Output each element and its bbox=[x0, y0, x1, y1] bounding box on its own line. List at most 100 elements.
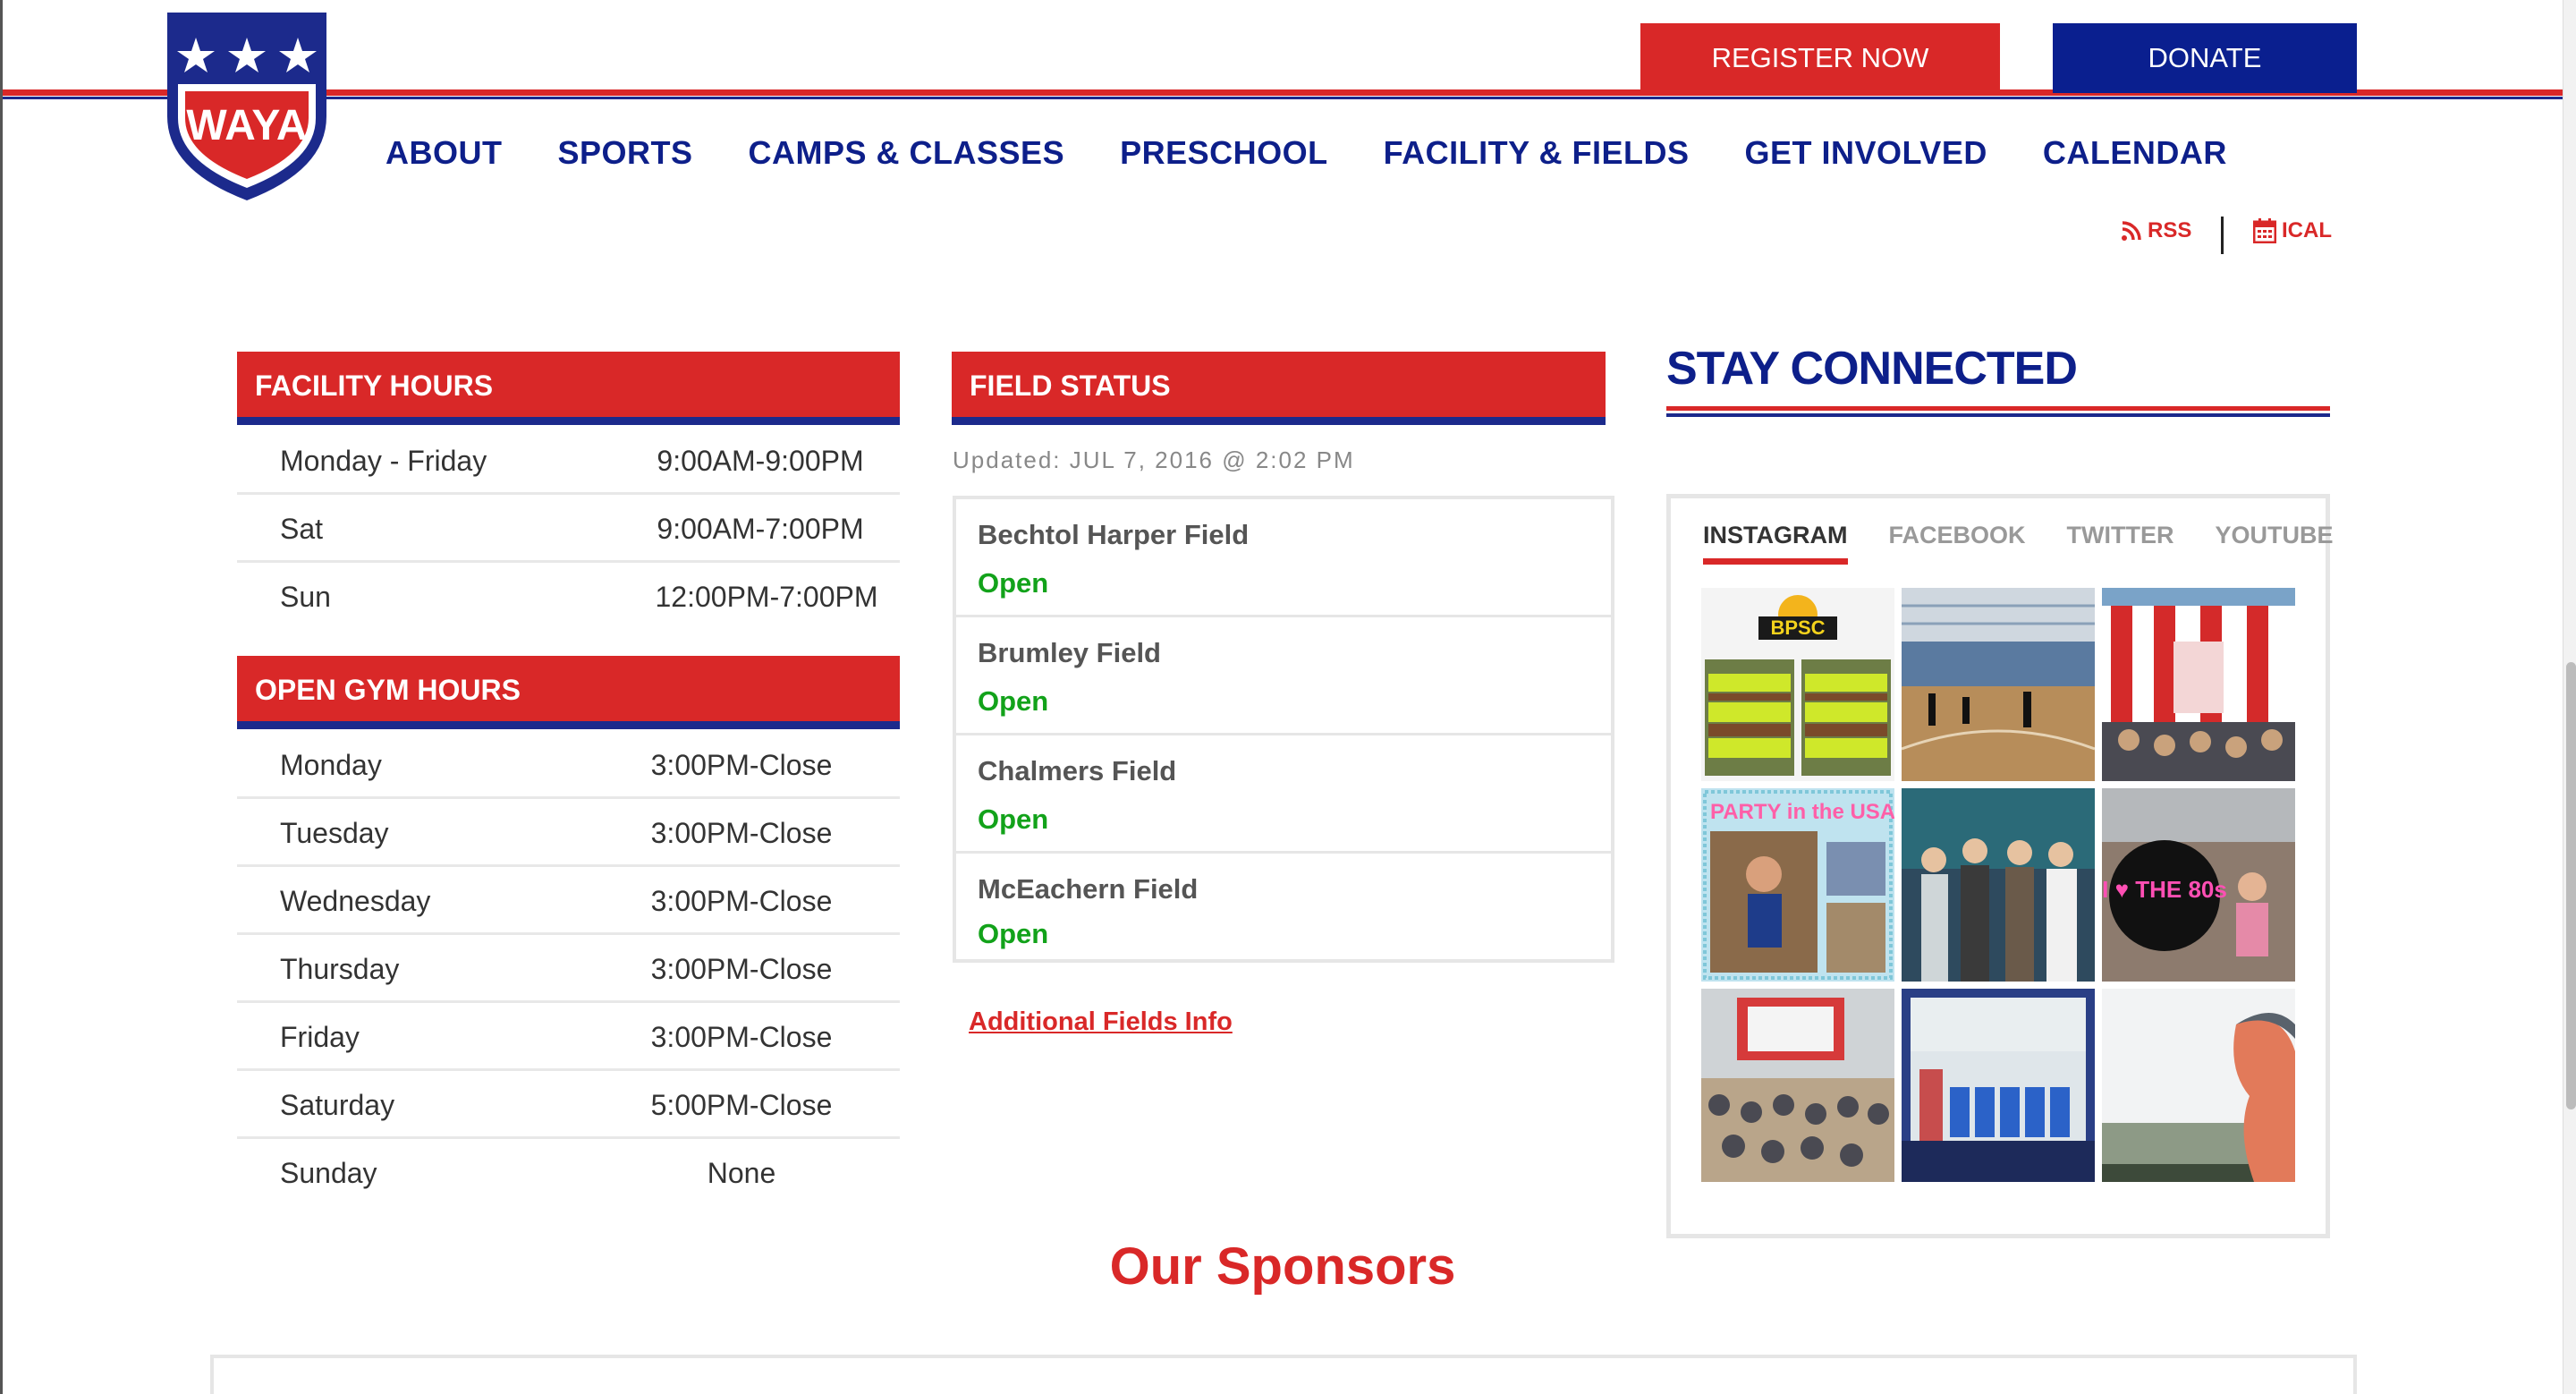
hours-day: Sun bbox=[280, 581, 331, 613]
field-status-list: Bechtol Harper Field Open Brumley Field … bbox=[953, 496, 1614, 963]
circus-photo-image bbox=[2102, 588, 2295, 781]
hours-time: 3:00PM-Close bbox=[650, 749, 833, 781]
main-nav: ABOUT SPORTS CAMPS & CLASSES PRESCHOOL F… bbox=[386, 134, 2283, 172]
hours-day: Sunday bbox=[280, 1157, 377, 1189]
field-item: Bechtol Harper Field Open bbox=[956, 499, 1611, 617]
field-item: McEachern Field Open bbox=[956, 854, 1611, 963]
gym-hours-row: Friday 3:00PM-Close bbox=[237, 1003, 900, 1071]
instagram-photo[interactable]: PARTY in the USA bbox=[1701, 788, 1894, 982]
scrollbar-thumb[interactable] bbox=[2566, 662, 2576, 1109]
feed-divider bbox=[2221, 217, 2224, 254]
nav-get-involved[interactable]: GET INVOLVED bbox=[1744, 134, 1987, 172]
rss-link[interactable]: RSS bbox=[2121, 218, 2191, 243]
group-photo-image bbox=[1902, 788, 2095, 982]
svg-text:PARTY in the USA: PARTY in the USA bbox=[1710, 800, 1894, 824]
additional-fields-info-link[interactable]: Additional Fields Info bbox=[969, 1007, 1233, 1037]
hours-time: 3:00PM-Close bbox=[650, 1021, 833, 1053]
nav-preschool[interactable]: PRESCHOOL bbox=[1120, 134, 1328, 172]
hours-time: 3:00PM-Close bbox=[650, 817, 833, 849]
header-blue-rule bbox=[3, 97, 2563, 99]
tab-twitter[interactable]: TWITTER bbox=[2067, 522, 2174, 565]
ical-link[interactable]: ICAL bbox=[2253, 218, 2332, 243]
hours-time: 9:00AM-7:00PM bbox=[657, 513, 864, 545]
hours-day: Tuesday bbox=[280, 817, 389, 849]
gym-hours-row: Wednesday 3:00PM-Close bbox=[237, 867, 900, 935]
field-name: McEachern Field bbox=[978, 873, 1199, 905]
nav-about[interactable]: ABOUT bbox=[386, 134, 503, 172]
open-gym-hours-header: OPEN GYM HOURS bbox=[237, 656, 900, 729]
facility-hours-row: Sat 9:00AM-7:00PM bbox=[237, 495, 900, 563]
field-item: Brumley Field Open bbox=[956, 617, 1611, 735]
gym-hours-row: Saturday 5:00PM-Close bbox=[237, 1071, 900, 1139]
field-status-updated: Updated: JUL 7, 2016 @ 2:02 PM bbox=[953, 446, 1355, 473]
donate-button[interactable]: DONATE bbox=[2053, 23, 2357, 93]
gym-hours-row: Sunday None bbox=[237, 1139, 900, 1207]
facility-hours-header: FACILITY HOURS bbox=[237, 352, 900, 425]
stay-connected-red-rule bbox=[1666, 406, 2330, 411]
rss-label: RSS bbox=[2148, 218, 2192, 242]
field-status-value: Open bbox=[978, 685, 1049, 717]
register-now-button[interactable]: REGISTER NOW bbox=[1640, 23, 2000, 93]
calendar-icon bbox=[2253, 218, 2276, 243]
nav-sports[interactable]: SPORTS bbox=[558, 134, 693, 172]
hours-day: Monday bbox=[280, 749, 382, 781]
hours-day: Thursday bbox=[280, 953, 400, 985]
facility-hours-row: Monday - Friday 9:00AM-9:00PM bbox=[237, 427, 900, 495]
eighties-photo-image: I ♥ THE 80s bbox=[2102, 788, 2295, 982]
waya-logo[interactable]: WAYA bbox=[162, 9, 332, 204]
tab-youtube[interactable]: YOUTUBE bbox=[2216, 522, 2334, 565]
field-name: Chalmers Field bbox=[978, 755, 1177, 786]
instagram-grid: BPSC PARTY in the USA I ♥ THE 80s bbox=[1701, 588, 2295, 1182]
assembly-photo-image bbox=[1701, 989, 1894, 1182]
tab-instagram[interactable]: INSTAGRAM bbox=[1703, 522, 1848, 565]
ical-label: ICAL bbox=[2282, 218, 2332, 242]
field-status-value: Open bbox=[978, 803, 1049, 835]
field-status-header: FIELD STATUS bbox=[952, 352, 1606, 425]
instagram-photo[interactable] bbox=[2102, 989, 2295, 1182]
gym-hours-row: Thursday 3:00PM-Close bbox=[237, 935, 900, 1003]
our-sponsors-title: Our Sponsors bbox=[1109, 1237, 1456, 1296]
nav-camps-classes[interactable]: CAMPS & CLASSES bbox=[749, 134, 1065, 172]
facility-hours-row: Sun 12:00PM-7:00PM bbox=[237, 563, 900, 631]
nav-facility-fields[interactable]: FACILITY & FIELDS bbox=[1384, 134, 1690, 172]
stay-connected-blue-rule bbox=[1666, 413, 2330, 417]
party-usa-photo-image: PARTY in the USA bbox=[1701, 788, 1894, 982]
hours-day: Saturday bbox=[280, 1089, 395, 1121]
social-tabs: INSTAGRAM FACEBOOK TWITTER YOUTUBE bbox=[1703, 522, 2375, 565]
graduation-photo-image bbox=[1902, 989, 2095, 1182]
field-status-value: Open bbox=[978, 567, 1049, 599]
svg-text:I ♥ THE 80s: I ♥ THE 80s bbox=[2102, 876, 2227, 903]
svg-text:BPSC: BPSC bbox=[1770, 616, 1825, 639]
hours-day: Monday - Friday bbox=[280, 445, 487, 477]
stay-connected-title: STAY CONNECTED bbox=[1666, 343, 2078, 395]
field-selfie-photo-image bbox=[2102, 989, 2295, 1182]
gym-photo-image bbox=[1902, 588, 2095, 781]
field-name: Brumley Field bbox=[978, 637, 1161, 668]
instagram-photo[interactable] bbox=[1902, 788, 2095, 982]
team-photo-image: BPSC bbox=[1701, 588, 1894, 781]
field-item: Chalmers Field Open bbox=[956, 735, 1611, 854]
instagram-photo[interactable] bbox=[1902, 588, 2095, 781]
instagram-photo[interactable] bbox=[2102, 588, 2295, 781]
instagram-photo[interactable]: I ♥ THE 80s bbox=[2102, 788, 2295, 982]
instagram-photo[interactable]: BPSC bbox=[1701, 588, 1894, 781]
social-feed-panel: INSTAGRAM FACEBOOK TWITTER YOUTUBE BPSC bbox=[1666, 494, 2334, 1238]
svg-text:WAYA: WAYA bbox=[186, 102, 307, 149]
page: WAYA REGISTER NOW DONATE ABOUT SPORTS CA… bbox=[0, 0, 2576, 1394]
field-name: Bechtol Harper Field bbox=[978, 519, 1250, 550]
tab-facebook[interactable]: FACEBOOK bbox=[1889, 522, 2026, 565]
gym-hours-row: Monday 3:00PM-Close bbox=[237, 731, 900, 799]
field-status-value: Open bbox=[978, 918, 1049, 949]
hours-time: 12:00PM-7:00PM bbox=[655, 581, 878, 613]
hours-time: 5:00PM-Close bbox=[650, 1089, 833, 1121]
sponsor-carousel bbox=[210, 1355, 2357, 1394]
hours-day: Friday bbox=[280, 1021, 360, 1053]
nav-calendar[interactable]: CALENDAR bbox=[2043, 134, 2227, 172]
instagram-photo[interactable] bbox=[1701, 989, 1894, 1182]
hours-time: 3:00PM-Close bbox=[650, 885, 833, 917]
shield-logo-icon: WAYA bbox=[167, 13, 326, 200]
rss-icon bbox=[2122, 221, 2141, 241]
hours-time: 3:00PM-Close bbox=[650, 953, 833, 985]
hours-day: Sat bbox=[280, 513, 324, 545]
instagram-photo[interactable] bbox=[1902, 989, 2095, 1182]
